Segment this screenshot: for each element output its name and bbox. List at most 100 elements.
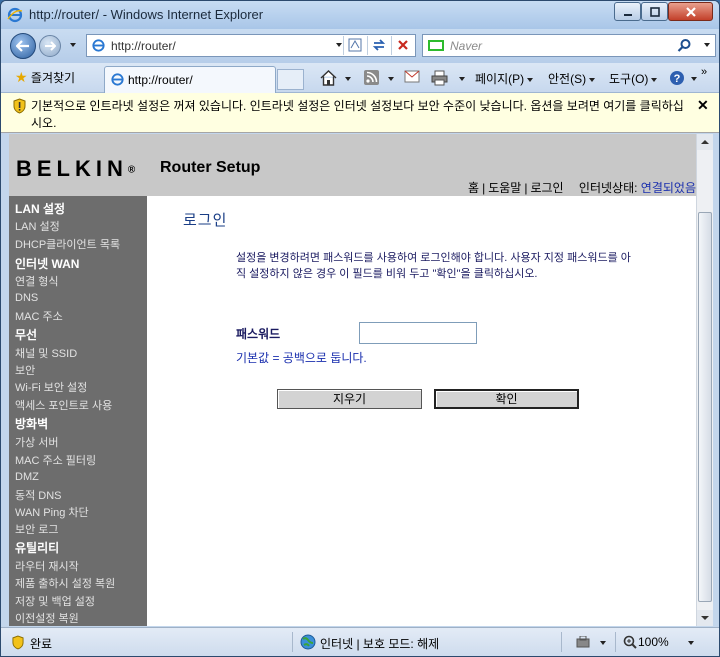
new-tab-button[interactable] — [277, 69, 304, 90]
minimize-button[interactable] — [614, 2, 641, 21]
sidebar-item-save-backup[interactable]: 저장 및 백업 설정 — [15, 593, 95, 609]
address-url: http://router/ — [111, 39, 176, 53]
link-separator: | — [482, 181, 486, 195]
home-icon[interactable] — [320, 70, 337, 86]
sidebar-item-restart-router[interactable]: 라우터 재시작 — [15, 558, 79, 574]
internet-status-value: 연결되었음 — [640, 181, 696, 195]
refresh-button[interactable] — [367, 36, 389, 55]
stop-button[interactable] — [391, 36, 413, 55]
information-bar[interactable]: 기본적으로 인트라넷 설정은 꺼져 있습니다. 인트라넷 설정은 인터넷 설정보… — [1, 93, 719, 133]
protected-mode-icon[interactable] — [576, 636, 590, 648]
print-icon[interactable] — [431, 70, 448, 86]
feeds-dropdown[interactable] — [388, 77, 394, 81]
sidebar-item-dns[interactable]: DNS — [15, 292, 38, 304]
password-field[interactable] — [359, 322, 477, 344]
more-chevron-icon[interactable]: » — [701, 66, 707, 78]
zoom-level[interactable]: 100% — [638, 635, 669, 649]
clear-button[interactable]: 지우기 — [277, 389, 422, 409]
status-text: 완료 — [30, 637, 53, 651]
scroll-up-button[interactable] — [697, 134, 713, 150]
login-description: 설정을 변경하려면 패스워드를 사용하여 로그인해야 합니다. 사용자 지정 패… — [236, 252, 631, 280]
sidebar-item-wan-ping-block[interactable]: WAN Ping 차단 — [15, 504, 89, 520]
favorites-label: 즐겨찾기 — [30, 71, 76, 85]
help-link[interactable]: 도움말 — [488, 181, 521, 195]
sidebar-item-dmz[interactable]: DMZ — [15, 471, 39, 483]
scroll-thumb[interactable] — [698, 212, 712, 602]
address-bar[interactable]: http://router/ — [86, 34, 416, 57]
favorites-button[interactable]: ★ 즐겨찾기 — [15, 69, 75, 86]
search-icon[interactable] — [677, 38, 692, 53]
vertical-scrollbar[interactable] — [696, 134, 713, 626]
sidebar-section-wan: 인터넷 WAN — [15, 257, 80, 271]
sidebar-item-dynamic-dns[interactable]: 동적 DNS — [15, 487, 62, 503]
sidebar-item-wifi-security[interactable]: Wi-Fi 보안 설정 — [15, 379, 87, 395]
internet-status-label: 인터넷상태: — [578, 181, 638, 195]
close-window-button[interactable] — [668, 2, 713, 21]
search-dropdown[interactable] — [704, 43, 710, 47]
page-menu[interactable]: 페이지(P) — [475, 70, 534, 87]
sidebar-item-connection-type[interactable]: 연결 형식 — [15, 273, 59, 289]
sidebar-item-mac-filtering[interactable]: MAC 주소 필터링 — [15, 452, 96, 468]
home-link[interactable]: 홈 — [468, 181, 479, 195]
favorites-star-icon: ★ — [15, 69, 28, 85]
stop-icon — [398, 40, 408, 50]
sidebar-section-wireless: 무선 — [15, 328, 38, 342]
sidebar-item-security[interactable]: 보안 — [15, 362, 35, 378]
navigation-bar: http://router/ Naver — [1, 29, 719, 63]
maximize-button[interactable] — [641, 2, 668, 21]
search-provider-icon — [428, 40, 444, 51]
rss-feeds-icon[interactable] — [364, 70, 379, 85]
safety-menu[interactable]: 안전(S) — [548, 70, 596, 87]
status-divider — [561, 632, 562, 652]
search-box[interactable]: Naver — [422, 34, 716, 57]
sidebar: LAN 설정 LAN 설정 DHCP클라이언트 목록 인터넷 WAN 연결 형식… — [9, 196, 147, 626]
address-dropdown[interactable] — [336, 43, 342, 47]
back-button[interactable] — [10, 33, 36, 59]
status-shield-icon — [12, 635, 24, 650]
page-menu-dropdown-icon — [527, 77, 534, 82]
window-title: http://router/ - Windows Internet Explor… — [29, 7, 264, 22]
tab-title: http://router/ — [128, 73, 193, 87]
sidebar-item-lan-settings[interactable]: LAN 설정 — [15, 218, 60, 234]
close-infobar-icon[interactable]: ✕ — [697, 97, 709, 114]
sidebar-section-lan: LAN 설정 — [15, 202, 66, 216]
scroll-up-icon — [701, 140, 709, 144]
sidebar-item-factory-reset[interactable]: 제품 출하시 설정 복원 — [15, 575, 115, 591]
link-separator: | — [524, 181, 528, 195]
sidebar-item-access-point[interactable]: 액세스 포인트로 사용 — [15, 397, 112, 413]
sidebar-item-dhcp-client-list[interactable]: DHCP클라이언트 목록 — [15, 236, 120, 252]
information-bar-message: 기본적으로 인트라넷 설정은 꺼져 있습니다. 인트라넷 설정은 인터넷 설정보… — [31, 99, 684, 130]
ok-button[interactable]: 확인 — [434, 389, 579, 409]
sidebar-item-virtual-server[interactable]: 가상 서버 — [15, 434, 59, 450]
back-arrow-icon — [16, 40, 29, 52]
zoom-icon — [623, 635, 637, 649]
help-dropdown[interactable] — [691, 77, 697, 81]
read-mail-icon[interactable] — [404, 70, 420, 83]
sidebar-item-mac-address[interactable]: MAC 주소 — [15, 308, 63, 324]
protected-mode-dropdown[interactable] — [600, 641, 606, 645]
security-zone[interactable]: 인터넷 | 보호 모드: 해제 — [320, 635, 439, 652]
scroll-down-button[interactable] — [697, 610, 713, 626]
forward-button[interactable] — [39, 35, 61, 57]
top-links: 홈 | 도움말 | 로그인 인터넷상태: 연결되었음 — [468, 179, 696, 196]
print-dropdown[interactable] — [459, 77, 465, 81]
home-dropdown[interactable] — [345, 77, 351, 81]
recent-pages-dropdown[interactable] — [70, 43, 76, 47]
sidebar-section-utilities: 유틸리티 — [15, 541, 60, 555]
compatibility-view-button[interactable] — [343, 36, 365, 55]
zoom-dropdown[interactable] — [688, 641, 694, 645]
sidebar-item-security-log[interactable]: 보안 로그 — [15, 521, 59, 537]
login-link[interactable]: 로그인 — [530, 181, 563, 195]
page-favicon-icon — [92, 39, 105, 52]
help-icon[interactable]: ? — [669, 70, 685, 86]
browser-tab[interactable]: http://router/ — [104, 66, 276, 93]
tab-favicon-icon — [111, 73, 124, 86]
security-shield-icon — [13, 98, 26, 114]
router-setup-title: Router Setup — [160, 159, 261, 176]
browser-window: http://router/ - Windows Internet Explor… — [0, 0, 720, 657]
title-bar: http://router/ - Windows Internet Explor… — [1, 1, 719, 29]
sidebar-item-channel-ssid[interactable]: 채널 및 SSID — [15, 345, 77, 361]
sidebar-item-restore-previous[interactable]: 이전설정 복원 — [15, 610, 79, 626]
status-bar: 완료 인터넷 | 보호 모드: 해제 100% — [1, 627, 719, 656]
tools-menu[interactable]: 도구(O) — [609, 70, 658, 87]
